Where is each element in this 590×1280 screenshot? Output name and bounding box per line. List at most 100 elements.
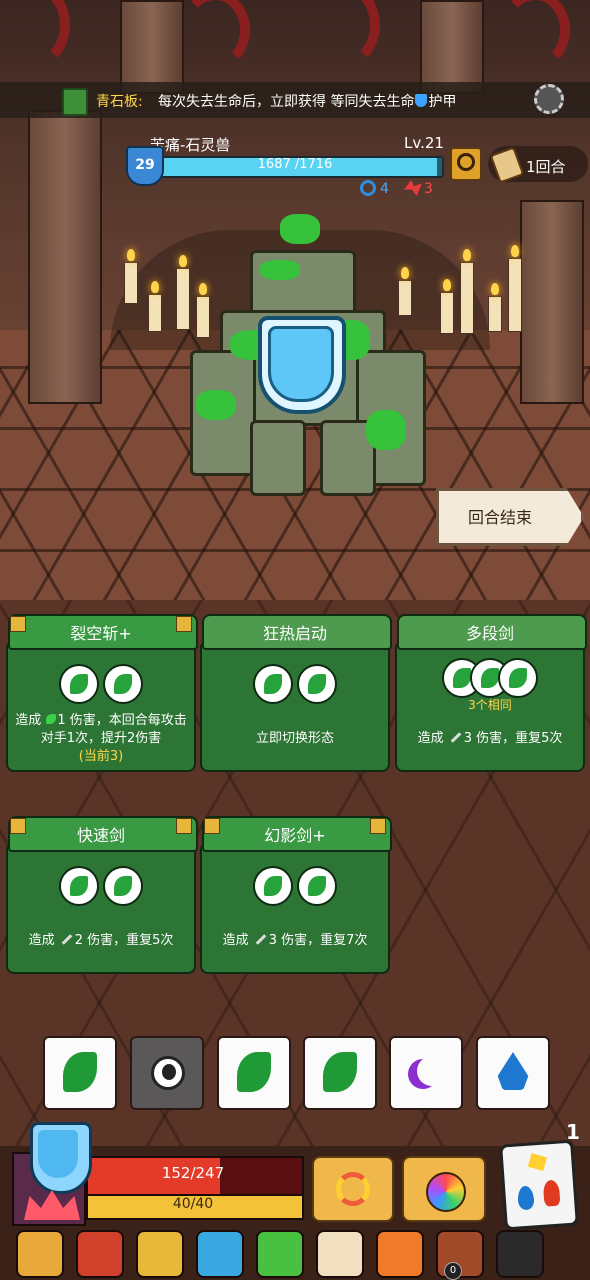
card-title: 狂热启动 — [262, 624, 327, 643]
enemy-shield-inner — [268, 326, 334, 402]
eye-icon — [151, 1056, 185, 1090]
skill-card-multi-sword[interactable]: 多段剑 3个相同 造成 3 伤害，重复5次 — [395, 612, 587, 772]
fire-icon — [542, 1179, 561, 1207]
enemy-level: Lv.21 — [404, 134, 444, 152]
leaf-icon — [323, 1052, 357, 1092]
candle — [148, 281, 162, 332]
skill-card-phantom-sword[interactable]: 幻影剑+ 造成 3 伤害，重复7次 — [200, 814, 392, 974]
tip-text: 每次失去生命后，立即获得 等同失去生命 护甲 — [158, 91, 456, 111]
candle — [460, 249, 474, 334]
skill-card-frenzy-start[interactable]: 狂热启动 立即切换形态 — [200, 612, 392, 772]
top-pillar — [120, 0, 184, 94]
reroll-button[interactable] — [312, 1156, 394, 1222]
card-description: 立即切换形态 — [255, 731, 334, 746]
desc-value: 1 — [57, 713, 66, 728]
card-title: 快速剑 — [76, 826, 125, 845]
die-leaf[interactable] — [303, 1036, 377, 1110]
die-water[interactable] — [476, 1036, 550, 1110]
leaf-slot-icon[interactable] — [297, 866, 337, 906]
focus-status-value: 4 — [380, 181, 389, 197]
card-description: 造成 3 伤害，重复7次 — [206, 932, 384, 950]
round-label: 1回合 — [526, 158, 566, 176]
leaf-icon — [46, 714, 57, 724]
enemy-hp-text: 1687 /1716 — [257, 157, 333, 172]
transform-button[interactable] — [402, 1156, 486, 1222]
relic-count-badge: 0 — [444, 1262, 462, 1280]
enemy-armor-badge: 29 — [126, 146, 164, 186]
ring-orb-icon[interactable] — [316, 1230, 364, 1278]
desc-suffix: 伤害，重复7次 — [281, 933, 368, 948]
leaf-slot-icon[interactable] — [498, 658, 538, 698]
candle — [124, 249, 138, 304]
gear-icon[interactable] — [534, 84, 564, 114]
leaf-slot-icon[interactable] — [103, 664, 143, 704]
magic-hat-icon[interactable] — [496, 1230, 544, 1278]
moon-icon — [417, 1056, 447, 1086]
dice-slots[interactable] — [6, 664, 196, 708]
desc-suffix: 伤害，重复5次 — [476, 731, 563, 746]
desc-value: 3 — [268, 933, 277, 948]
inspect-button[interactable] — [450, 147, 482, 181]
water-drop-icon — [497, 1052, 529, 1090]
blue-crystal-icon[interactable] — [196, 1230, 244, 1278]
skill-card-split-slash[interactable]: 裂空斩+ 造成 1 伤害，本回合每攻击对手1次，提升2伤害 (当前3) — [6, 612, 198, 772]
desc-prefix: 造成 — [15, 713, 42, 728]
left-pillar — [28, 110, 102, 404]
leaf-slot-icon[interactable] — [253, 664, 293, 704]
dice-count: 1 — [566, 1120, 580, 1144]
red-horn-icon[interactable] — [76, 1230, 124, 1278]
dice-slots[interactable] — [200, 664, 390, 708]
sword-icon — [450, 732, 462, 743]
player-hp-text: 152/247 — [161, 1164, 225, 1182]
top-pillar-right — [420, 0, 484, 94]
leaf-slot-icon[interactable] — [59, 664, 99, 704]
desc-prefix: 造成 — [417, 731, 444, 746]
player-shield-inner — [38, 1130, 78, 1178]
leaf-slot-icon[interactable] — [59, 866, 99, 906]
card-title: 多段剑 — [465, 624, 514, 643]
candle — [440, 279, 454, 334]
die-moon[interactable] — [389, 1036, 463, 1110]
leaf-slot-icon[interactable] — [297, 664, 337, 704]
dice-slots[interactable] — [6, 866, 196, 910]
leaf-icon — [63, 1052, 97, 1092]
desc-prefix: 造成 — [222, 933, 249, 948]
die-leaf[interactable] — [217, 1036, 291, 1110]
shield-icon — [415, 94, 428, 107]
fire-crown-icon[interactable] — [376, 1230, 424, 1278]
rainbow-spiral-icon — [426, 1172, 466, 1212]
desc-value: 2 — [74, 933, 83, 948]
green-potion-icon[interactable] — [256, 1230, 304, 1278]
swap-arrows-icon — [336, 1172, 370, 1206]
right-pillar — [520, 200, 584, 404]
candle — [488, 283, 502, 332]
golden-hand-icon[interactable] — [16, 1230, 64, 1278]
golden-claw-icon[interactable] — [136, 1230, 184, 1278]
focus-status-icon[interactable] — [360, 180, 376, 196]
skill-card-quick-sword[interactable]: 快速剑 造成 2 伤害，重复5次 — [6, 814, 198, 974]
dice-slots[interactable] — [200, 866, 390, 910]
card-title: 裂空斩+ — [70, 624, 132, 643]
desc-current: (当前3) — [78, 749, 124, 764]
die-eye-selected[interactable] — [130, 1036, 204, 1110]
tip-text-suffix: 护甲 — [428, 94, 457, 110]
book-icon — [62, 88, 88, 116]
leaf-slot-icon[interactable] — [253, 866, 293, 906]
lightning-icon — [527, 1153, 548, 1171]
magnifier-icon — [457, 153, 475, 171]
tip-text-main: 每次失去生命后，立即获得 等同失去生命 — [158, 94, 415, 110]
card-requirement: 3个相同 — [468, 698, 512, 712]
leaf-icon — [237, 1052, 271, 1092]
player-energy-text: 40/40 — [172, 1196, 214, 1212]
sword-icon — [61, 934, 73, 945]
desc-prefix: 造成 — [28, 933, 55, 948]
dice-bag-button[interactable] — [499, 1139, 579, 1231]
die-leaf[interactable] — [43, 1036, 117, 1110]
card-description: 造成 2 伤害，重复5次 — [12, 932, 190, 950]
sword-icon — [255, 934, 267, 945]
end-turn-label: 回合结束 — [467, 508, 532, 527]
desc-value: 3 — [463, 731, 472, 746]
leaf-slot-icon[interactable] — [103, 866, 143, 906]
water-drop-icon — [517, 1185, 535, 1211]
card-description: 造成 3 伤害，重复5次 — [401, 730, 579, 748]
